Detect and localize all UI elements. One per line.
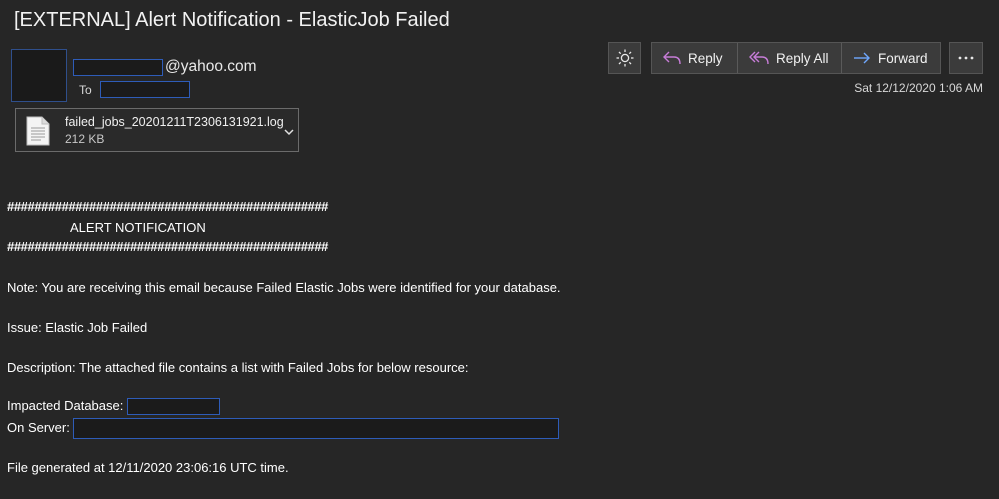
impacted-database-line: Impacted Database:: [7, 398, 220, 416]
more-icon: [958, 56, 974, 60]
sender-email-domain[interactable]: @yahoo.com: [165, 58, 257, 76]
chevron-down-icon[interactable]: [284, 129, 294, 136]
note-text: Note: You are receiving this email becau…: [7, 280, 561, 295]
server-line: On Server:: [7, 418, 560, 439]
attachment-card[interactable]: failed_jobs_20201211T2306131921.log 212 …: [15, 108, 299, 152]
sent-date: Sat 12/12/2020 1:06 AM: [854, 81, 983, 95]
hash-divider-bottom: ########################################…: [7, 239, 329, 254]
impacted-database-label: Impacted Database:: [7, 398, 124, 413]
reply-button[interactable]: Reply: [652, 43, 738, 73]
sender-line: @yahoo.com: [73, 58, 257, 76]
hash-divider-top: ########################################…: [7, 199, 329, 214]
generated-timestamp-text: File generated at 12/11/2020 23:06:16 UT…: [7, 460, 289, 475]
sun-icon: [616, 49, 633, 67]
reply-all-button[interactable]: Reply All: [738, 43, 842, 73]
reply-label: Reply: [688, 50, 723, 66]
forward-label: Forward: [878, 50, 928, 66]
file-icon: [26, 116, 50, 146]
description-text: Description: The attached file contains …: [7, 360, 469, 375]
to-label: To: [79, 82, 92, 97]
attachment-filename: failed_jobs_20201211T2306131921.log: [65, 115, 284, 129]
attachment-size: 212 KB: [65, 132, 105, 146]
recipient-line: To: [79, 81, 190, 98]
message-actions: Reply Reply All Forward: [651, 42, 941, 74]
sender-avatar[interactable]: [11, 49, 67, 102]
redacted-database-name: [126, 398, 220, 416]
redacted-recipient[interactable]: [100, 81, 190, 98]
reply-all-label: Reply All: [776, 50, 829, 66]
alert-heading: ALERT NOTIFICATION: [70, 220, 206, 235]
reply-all-icon: [749, 51, 769, 65]
more-actions-button[interactable]: [949, 42, 983, 74]
theme-toggle-button[interactable]: [608, 42, 641, 74]
issue-text: Issue: Elastic Job Failed: [7, 320, 148, 335]
redacted-sender-name: [73, 58, 163, 76]
reply-icon: [663, 51, 681, 65]
email-subject: [EXTERNAL] Alert Notification - ElasticJ…: [14, 9, 450, 31]
forward-icon: [854, 52, 870, 64]
redacted-server-name: [73, 418, 560, 439]
server-label: On Server:: [7, 419, 70, 435]
forward-button[interactable]: Forward: [842, 43, 940, 73]
email-reading-pane: [EXTERNAL] Alert Notification - ElasticJ…: [0, 0, 999, 499]
